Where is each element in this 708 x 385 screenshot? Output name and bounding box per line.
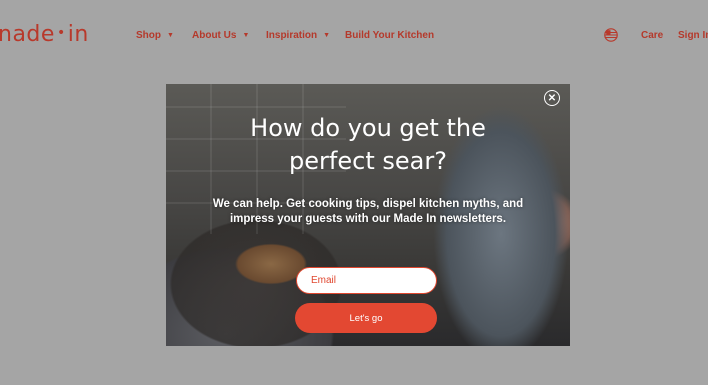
nav-shop[interactable]: Shop ▼ (136, 30, 174, 41)
nav-inspiration[interactable]: Inspiration ▼ (266, 30, 330, 41)
made-in-logo[interactable]: nade •in (0, 22, 89, 47)
nav-shop-label: Shop (136, 30, 161, 41)
modal-subtext-line-1: We can help. Get cooking tips, dispel ki… (212, 198, 524, 210)
top-navigation: nade •in Shop ▼ About Us ▼ Inspiration ▼ Bui… (0, 0, 708, 72)
modal-headline-line-2: perfect sear? (289, 147, 447, 175)
nav-care[interactable]: Care (641, 30, 663, 41)
nav-build-your-kitchen-label: Build Your Kitchen (345, 30, 435, 41)
logo-text-main: nade (0, 22, 55, 47)
close-icon[interactable]: ✕ (544, 90, 560, 106)
chevron-down-icon: ▼ (167, 32, 174, 39)
modal-headline-line-1: How do you get the (250, 114, 486, 142)
chevron-down-icon: ▼ (242, 32, 250, 39)
lets-go-button[interactable]: Let's go (295, 303, 437, 333)
email-input[interactable] (296, 267, 437, 294)
us-flag-globe-icon[interactable] (604, 28, 618, 42)
nav-about-us[interactable]: About Us ▼ (192, 30, 249, 41)
nav-build-your-kitchen[interactable]: Build Your Kitchen (345, 30, 434, 41)
logo-dot: • (56, 25, 66, 41)
nav-inspiration-label: Inspiration (266, 30, 318, 41)
modal-subtext: We can help. Get cooking tips, dispel ki… (190, 197, 546, 226)
logo-text-end: in (67, 22, 89, 47)
newsletter-modal: ✕ How do you get the perfect sear? We ca… (166, 84, 570, 346)
modal-subtext-line-2: impress your guests with our Made In new… (229, 212, 507, 225)
nav-about-us-label: About Us (192, 30, 237, 41)
chevron-down-icon: ▼ (323, 32, 331, 39)
nav-sign-in[interactable]: Sign In (678, 30, 708, 41)
modal-headline: How do you get the perfect sear? (166, 112, 570, 178)
